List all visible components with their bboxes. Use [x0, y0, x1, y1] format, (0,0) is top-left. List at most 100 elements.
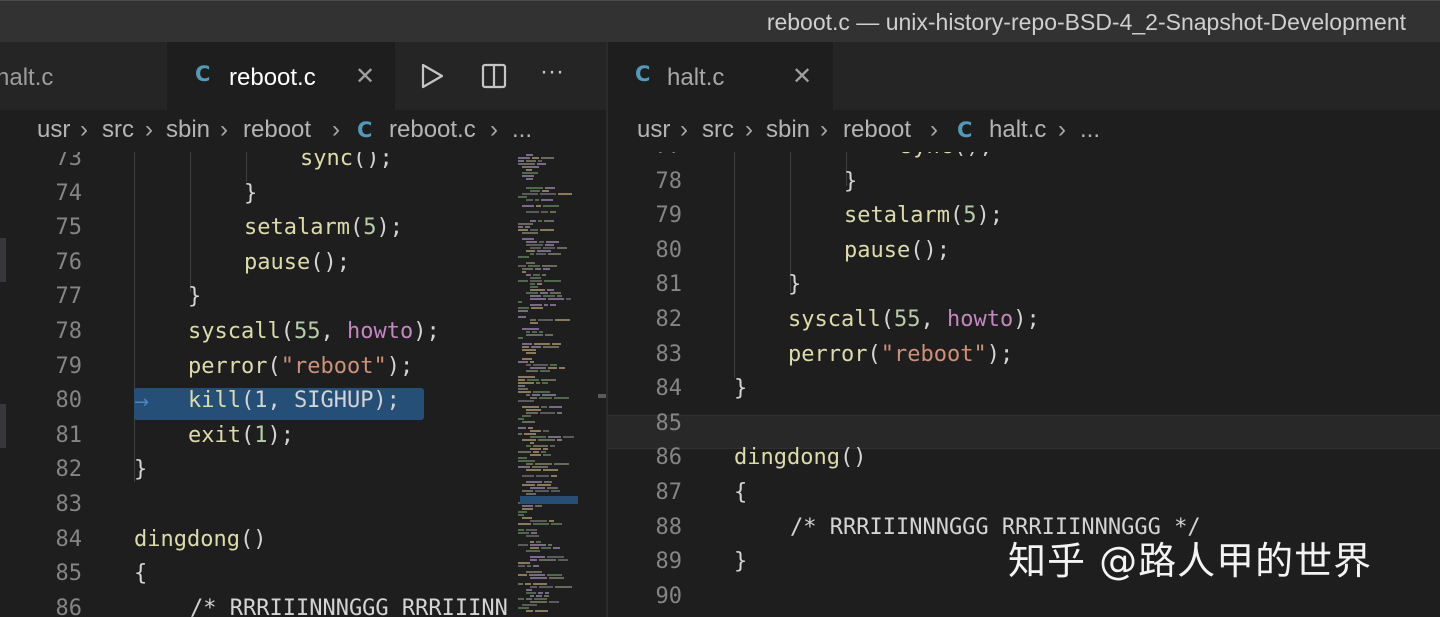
- minimap-line: [538, 439, 555, 441]
- minimap-line: [542, 190, 549, 192]
- minimap-line: [543, 295, 555, 297]
- breadcrumb-item[interactable]: halt.c: [989, 116, 1046, 144]
- code-token: "reboot": [280, 353, 387, 379]
- minimap-line: [535, 505, 542, 507]
- code-token: setalarm: [244, 215, 350, 241]
- minimap-line: [536, 382, 540, 384]
- code-token: "reboot": [880, 341, 987, 367]
- breadcrumb-item[interactable]: ...: [512, 116, 532, 144]
- minimap-line: [522, 271, 526, 273]
- minimap-line: [526, 409, 541, 411]
- tab-reboot-c[interactable]: C reboot.c ✕: [167, 42, 395, 110]
- minimap-line: [530, 541, 534, 543]
- code-comment: /* RRRIIINNNGGG RRRIIINN: [190, 595, 508, 617]
- minimap-line: [530, 397, 537, 399]
- minimap-line: [518, 163, 535, 165]
- code-token: syscall: [188, 319, 281, 344]
- breadcrumb-item[interactable]: usr: [637, 116, 670, 144]
- minimap-line: [544, 481, 552, 483]
- minimap-line: [522, 517, 532, 519]
- minimap-line: [526, 589, 532, 591]
- line-number: 82: [655, 307, 683, 332]
- watermark: 知乎 @路人甲的世界: [1008, 539, 1373, 583]
- minimap-line: [544, 304, 548, 306]
- code-token: ();: [352, 152, 393, 171]
- minimap-line: [530, 595, 534, 597]
- minimap-line: [539, 397, 552, 399]
- breadcrumb-item[interactable]: reboot: [843, 116, 911, 144]
- minimap-line: [540, 412, 555, 414]
- minimap-line: [518, 385, 525, 387]
- minimap-line: [557, 295, 562, 297]
- minimap-line: [518, 316, 526, 318]
- minimap-line: [526, 334, 543, 336]
- minimap-line: [518, 457, 527, 459]
- minimap-line: [532, 394, 540, 396]
- minimap-line: [535, 268, 541, 270]
- breadcrumb-item[interactable]: ...: [1080, 116, 1100, 144]
- code-token: sync: [300, 152, 353, 171]
- run-icon[interactable]: [418, 62, 448, 90]
- minimap-line: [536, 595, 542, 597]
- minimap-line: [534, 598, 547, 600]
- breadcrumb-item[interactable]: reboot: [243, 116, 311, 144]
- minimap-line: [530, 229, 538, 231]
- minimap-line: [518, 544, 528, 546]
- code-line: 81 }: [608, 270, 1440, 305]
- minimap-line: [526, 412, 538, 414]
- c-file-icon: C: [357, 118, 373, 142]
- minimap-line: [518, 157, 530, 159]
- breadcrumb-item[interactable]: usr: [37, 116, 70, 144]
- minimap-line: [533, 364, 548, 366]
- line-number: 78: [655, 168, 683, 194]
- minimap-line: [526, 244, 543, 246]
- line-number: 80: [55, 388, 83, 414]
- breadcrumb-item[interactable]: sbin: [766, 116, 810, 144]
- minimap-line: [543, 430, 549, 432]
- breadcrumb-item[interactable]: reboot.c: [389, 116, 476, 144]
- minimap-line: [530, 361, 534, 363]
- chevron-right-icon: ›: [1058, 116, 1066, 143]
- minimap-line: [542, 265, 557, 267]
- minimap-line: [530, 289, 545, 291]
- minimap-line: [551, 523, 562, 525]
- breadcrumb-item[interactable]: src: [102, 116, 134, 144]
- minimap-line: [541, 547, 551, 549]
- split-editor-icon[interactable]: [480, 62, 510, 90]
- minimap-line: [541, 211, 548, 213]
- code-token: }: [188, 284, 202, 310]
- minimap-line: [518, 583, 523, 585]
- code-line: 86 dingdong(): [608, 443, 1440, 478]
- minimap-line: [526, 550, 540, 552]
- minimap-line: [547, 574, 562, 576]
- minimap-line: [518, 598, 524, 600]
- minimap-line: [526, 598, 532, 600]
- minimap-line: [522, 238, 534, 240]
- close-icon[interactable]: ✕: [355, 62, 375, 90]
- close-icon[interactable]: ✕: [792, 62, 812, 90]
- minimap-line: [533, 445, 548, 447]
- more-actions-icon[interactable]: ···: [540, 58, 570, 86]
- code-token: );: [976, 203, 1003, 229]
- minimap-line: [533, 523, 549, 525]
- minimap-line: [547, 289, 554, 291]
- breadcrumb-item[interactable]: src: [702, 116, 734, 144]
- code-token: );: [386, 353, 414, 379]
- minimap-line: [526, 370, 538, 372]
- scrollbar[interactable]: [590, 152, 606, 617]
- minimap-line: [526, 592, 536, 594]
- minimap-line: [530, 190, 540, 192]
- minimap-line: [545, 334, 553, 336]
- minimap-line: [535, 490, 549, 492]
- tab-halt-c[interactable]: C halt.c ✕: [608, 42, 833, 110]
- minimap-line: [539, 559, 556, 561]
- scrollbar-marker: [598, 394, 606, 398]
- minimap-line: [518, 226, 523, 228]
- code-token: sync: [900, 152, 953, 159]
- title-bar: reboot.c — unix-history-repo-BSD-4_2-Sna…: [0, 0, 1440, 42]
- minimap-line: [550, 364, 557, 366]
- minimap[interactable]: [514, 152, 578, 617]
- breadcrumb-item[interactable]: sbin: [166, 116, 210, 144]
- minimap-line: [530, 520, 547, 522]
- tab-halt-c[interactable]: halt.c: [0, 42, 165, 110]
